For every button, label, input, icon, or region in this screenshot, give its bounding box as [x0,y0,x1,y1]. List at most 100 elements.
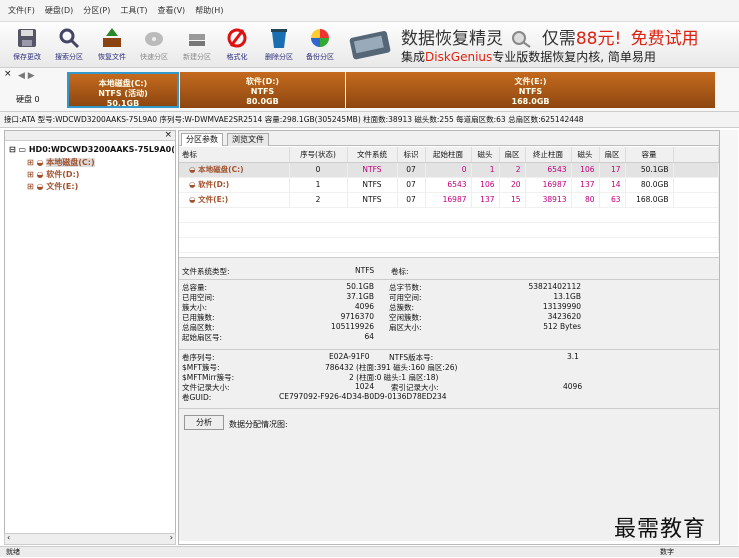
partition-icon: ◒ [36,158,44,167]
tab-bar: 分区参数 浏览文件 [179,131,719,146]
status-ready: 就绪 [6,548,20,556]
tree-item-d[interactable]: ⊞ ◒ 软件(D:) [27,169,79,180]
col-volume: 卷标 [179,147,290,163]
row-volume-label: 文件(E:) [198,195,229,204]
used-clusters-value: 9716370 [340,312,374,321]
tree-item-e[interactable]: ⊞ ◒ 文件(E:) [27,181,78,192]
menu-disk[interactable]: 硬盘(D) [45,5,73,16]
tree-horizontal-scrollbar[interactable]: ‹ › [4,533,176,545]
row-volume: ◒ 软件(D:) [179,177,290,193]
tab-browse-files[interactable]: 浏览文件 [227,133,269,146]
divider [179,349,719,350]
row-start-cyl: 0 [425,162,472,178]
partition-block-c[interactable]: 本地磁盘(C:) NTFS (活动) 50.1GB [67,72,179,108]
save-changes-button[interactable]: 保存更改 [10,24,44,66]
new-partition-button[interactable]: 新建分区 [180,24,214,66]
free-space-value: 13.1GB [553,292,581,301]
fs-type-value: NTFS [355,266,375,275]
quick-partition-button[interactable]: 快速分区 [137,24,171,66]
menu-partition[interactable]: 分区(P) [83,5,110,16]
promo-banner[interactable]: 数据恢复精灵 仅需88元! 免费试用 集成DiskGenius专业版数据恢复内核… [345,22,739,68]
expand-icon[interactable]: ⊞ [27,170,34,179]
col-filler [673,147,719,163]
scroll-left-icon[interactable]: ‹ [7,533,10,542]
partition-c-fs: NTFS (活动) [98,89,148,98]
tree-item-c[interactable]: ⊞ ◒ 本地磁盘(C:) [27,157,95,168]
row-start-head: 1 [471,162,500,178]
used-space-value: 37.1GB [346,292,374,301]
tree-disk-root[interactable]: ⊟ ▭ HD0:WDCWD3200AAKS-75L9A0( [9,145,175,154]
close-icon[interactable]: × [4,69,12,79]
row-end-sector: 17 [599,162,626,178]
format-icon [227,28,247,48]
partition-icon: ◒ [36,170,44,179]
expand-icon[interactable]: ⊞ [27,182,34,191]
search-partition-label: 搜索分区 [55,53,83,61]
row-fs: NTFS [347,162,398,178]
table-header-row: 卷标 序号(状态) 文件系统 标识 起始柱面 磁头 扇区 终止柱面 磁头 扇区 … [179,147,719,163]
col-end-cyl: 终止柱面 [525,147,572,163]
save-changes-label: 保存更改 [13,53,41,61]
partition-block-d[interactable]: 软件(D:) NTFS 80.0GB [180,72,345,108]
status-bar: 就绪 数字 [0,546,739,557]
col-capacity: 容量 [625,147,674,163]
backup-partition-button[interactable]: 备份分区 [303,24,337,66]
tab-partition-params[interactable]: 分区参数 [181,133,223,146]
menu-view[interactable]: 查看(V) [157,5,185,16]
status-numlock: 数字 [660,548,674,556]
expand-icon[interactable]: ⊞ [27,158,34,167]
disk-icon: ▭ [18,145,27,154]
partition-d-size: 80.0GB [246,97,279,106]
tree-item-c-label: 本地磁盘(C:) [46,158,95,167]
partition-block-e[interactable]: 文件(E:) NTFS 168.0GB [346,72,715,108]
divider [179,408,719,409]
row-start-cyl: 6543 [425,177,472,193]
sector-size-value: 512 Bytes [543,322,581,331]
row-end-head: 106 [571,162,600,178]
table-row[interactable]: ◒ 本地磁盘(C:) 0 NTFS 07 0 1 2 6543 106 17 5… [179,162,719,178]
scroll-right-icon[interactable]: › [170,533,173,542]
partition-icon: ◒ [189,180,199,189]
volume-guid-value: CE797092-F926-4D34-B0D9-0136D78ED234 [279,392,447,401]
right-vertical-scrollbar[interactable] [720,130,738,545]
banner-sub-a: 集成 [401,50,426,64]
col-id: 标识 [397,147,426,163]
row-index: 2 [289,192,348,208]
row-start-sector: 20 [499,177,526,193]
banner-free-trial[interactable]: 免费试用 [631,29,699,49]
table-row-empty [179,237,719,253]
fs-type-label: 文件系统类型: [182,267,230,276]
partition-c-name: 本地磁盘(C:) [98,79,148,88]
table-row[interactable]: ◒ 软件(D:) 1 NTFS 07 6543 106 20 16987 137… [179,177,719,193]
partition-icon: ◒ [36,182,44,191]
menu-tools[interactable]: 工具(T) [120,5,147,16]
format-button[interactable]: 格式化 [220,24,254,66]
volume-guid-label: 卷GUID: [182,393,212,402]
recover-files-button[interactable]: 恢复文件 [95,24,129,66]
row-start-head: 137 [471,192,500,208]
banner-subline: 集成DiskGenius专业版数据恢复内核, 简单易用 [401,48,656,65]
allocation-chart-label: 数据分配情况图: [229,420,288,429]
menu-file[interactable]: 文件(F) [8,5,35,16]
total-clusters-value: 13139990 [542,302,581,311]
collapse-icon[interactable]: ⊟ [9,145,16,154]
delete-partition-button[interactable]: 删除分区 [262,24,296,66]
fs-volume-label: 卷标: [391,267,409,276]
table-row[interactable]: ◒ 文件(E:) 2 NTFS 07 16987 137 15 38913 80… [179,192,719,208]
close-icon[interactable]: × [164,130,172,140]
backup-icon [311,29,329,47]
partition-d-name: 软件(D:) [245,77,280,86]
watermark-text: 最需教育 [614,517,707,542]
total-capacity-value: 50.1GB [346,282,374,291]
tree-item-e-label: 文件(E:) [46,182,79,191]
row-volume-label: 软件(D:) [198,180,230,189]
row-id: 07 [397,192,426,208]
partition-d-fs: NTFS [250,87,275,96]
menu-help[interactable]: 帮助(H) [195,5,223,16]
total-sectors-value: 105119926 [331,322,374,331]
nav-arrows-icon[interactable]: ◀ ▶ [18,71,35,81]
row-start-sector: 15 [499,192,526,208]
hard-drive-icon [349,31,391,60]
analyze-button[interactable]: 分析 [184,415,224,430]
search-partition-button[interactable]: 搜索分区 [52,24,86,66]
